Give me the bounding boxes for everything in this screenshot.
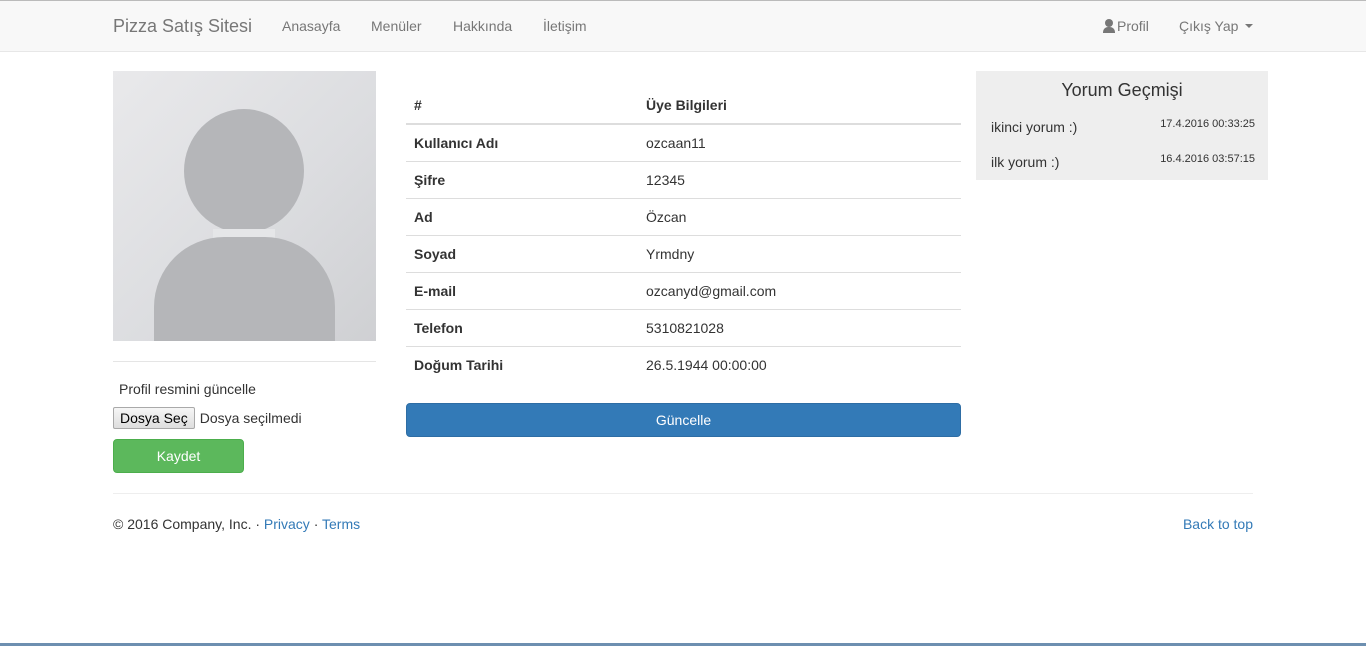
table-row: E-mail ozcanyd@gmail.com bbox=[406, 271, 961, 309]
nav-link-contact[interactable]: İletişim bbox=[543, 18, 587, 34]
row-value: ozcaan11 bbox=[638, 123, 961, 161]
comment-date: 16.4.2016 03:57:15 bbox=[1160, 153, 1255, 165]
comment-text: ilk yorum :) bbox=[991, 154, 1060, 170]
privacy-link[interactable]: Privacy bbox=[264, 516, 310, 532]
table-header-info: Üye Bilgileri bbox=[638, 87, 961, 125]
row-label: Soyad bbox=[406, 234, 638, 272]
profile-avatar bbox=[113, 71, 376, 341]
row-value: Özcan bbox=[638, 197, 961, 235]
nav-profile-link[interactable]: Profil bbox=[1102, 18, 1149, 34]
row-label: Doğum Tarihi bbox=[406, 345, 638, 383]
file-status: Dosya seçilmedi bbox=[199, 410, 302, 426]
row-value: 26.5.1944 00:00:00 bbox=[638, 345, 961, 383]
row-label: Ad bbox=[406, 197, 638, 235]
back-to-top-link[interactable]: Back to top bbox=[1183, 516, 1253, 532]
nav-link-about[interactable]: Hakkında bbox=[453, 18, 512, 34]
nav-link-home[interactable]: Anasayfa bbox=[282, 18, 340, 34]
row-value: ozcanyd@gmail.com bbox=[638, 271, 961, 309]
choose-file-button[interactable]: Dosya Seç bbox=[113, 407, 195, 429]
row-value: 5310821028 bbox=[638, 308, 961, 346]
logout-label: Çıkış Yap bbox=[1179, 18, 1239, 34]
upload-label: Profil resmini güncelle bbox=[119, 381, 256, 397]
caret-down-icon bbox=[1245, 24, 1254, 28]
footer-separator: · bbox=[309, 516, 323, 532]
row-label: E-mail bbox=[406, 271, 638, 309]
footer-divider bbox=[113, 493, 1253, 494]
row-value: Yrmdny bbox=[638, 234, 961, 272]
brand-link[interactable]: Pizza Satış Sitesi bbox=[113, 16, 252, 37]
file-input[interactable]: Dosya Seç Dosya seçilmedi bbox=[113, 407, 302, 429]
row-label: Kullanıcı Adı bbox=[406, 123, 638, 161]
row-label: Telefon bbox=[406, 308, 638, 346]
navbar: Pizza Satış Sitesi Anasayfa Menüler Hakk… bbox=[0, 0, 1366, 52]
comment-history-panel: Yorum Geçmişi ikinci yorum :) 17.4.2016 … bbox=[976, 71, 1268, 180]
user-icon bbox=[1102, 19, 1116, 33]
row-label: Şifre bbox=[406, 160, 638, 198]
nav-profile-label: Profil bbox=[1117, 18, 1149, 34]
save-button[interactable]: Kaydet bbox=[113, 439, 244, 473]
footer-copyright: © 2016 Company, Inc. · Privacy · Terms bbox=[113, 516, 360, 532]
row-value: 12345 bbox=[638, 160, 961, 198]
update-button[interactable]: Güncelle bbox=[406, 403, 961, 437]
comment-text: ikinci yorum :) bbox=[991, 119, 1078, 135]
table-row: Şifre 12345 bbox=[406, 160, 961, 198]
copyright-text: © 2016 Company, Inc. · bbox=[113, 516, 264, 532]
divider bbox=[113, 361, 376, 362]
nav-link-menus[interactable]: Menüler bbox=[371, 18, 422, 34]
table-header-hash: # bbox=[406, 87, 638, 125]
member-info-table: # Üye Bilgileri Kullanıcı Adı ozcaan11 Şi… bbox=[406, 87, 961, 383]
table-row: Telefon 5310821028 bbox=[406, 308, 961, 346]
comment-date: 17.4.2016 00:33:25 bbox=[1160, 118, 1255, 130]
table-row: Kullanıcı Adı ozcaan11 bbox=[406, 123, 961, 161]
table-row: Ad Özcan bbox=[406, 197, 961, 235]
logout-dropdown[interactable]: Çıkış Yap bbox=[1179, 18, 1254, 34]
comment-history-title: Yorum Geçmişi bbox=[1061, 80, 1183, 100]
table-row: Soyad Yrmdny bbox=[406, 234, 961, 272]
table-row: Doğum Tarihi 26.5.1944 00:00:00 bbox=[406, 345, 961, 383]
terms-link[interactable]: Terms bbox=[322, 516, 360, 532]
